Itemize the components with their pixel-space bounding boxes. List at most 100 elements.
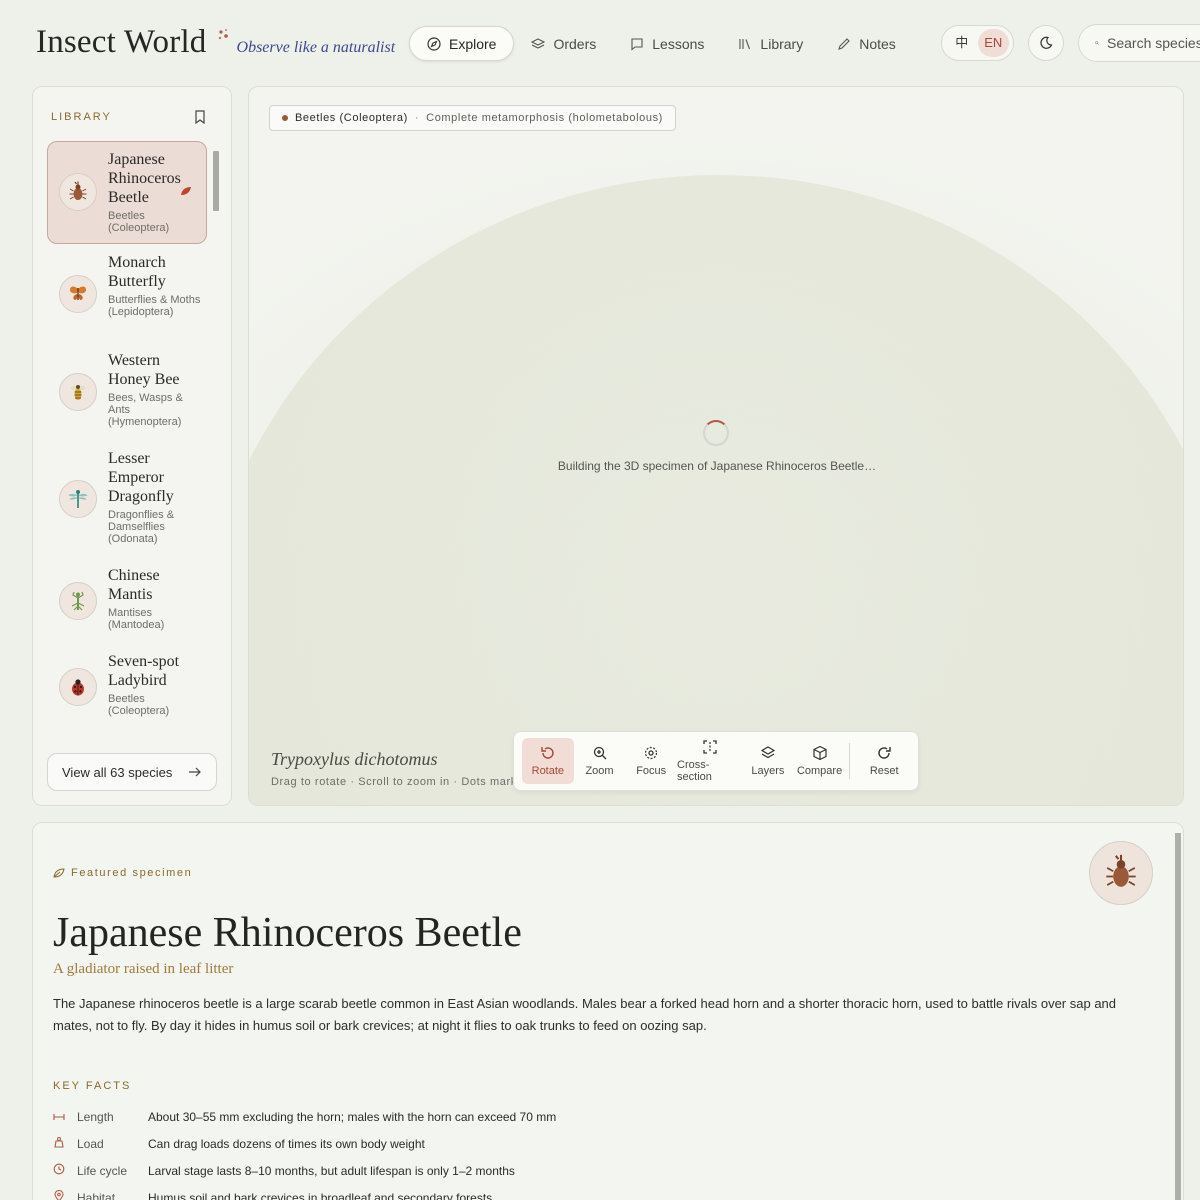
nav-lessons[interactable]: Lessons [613,26,721,61]
zoom-icon [593,746,606,760]
key-fact-row: Habitat Humus soil and bark crevices in … [53,1184,556,1200]
theme-toggle-button[interactable] [1028,25,1064,61]
focus-icon [645,746,658,760]
key-fact-row: Length About 30–55 mm excluding the horn… [53,1103,556,1130]
nav-explore[interactable]: Explore [409,26,515,61]
species-item-emperor-dragonfly[interactable]: Lesser Emperor Dragonfly Dragonflies & D… [47,440,207,557]
key-fact-row: Life cycle Larval stage lasts 8–10 month… [53,1157,556,1184]
lang-zh-button[interactable]: 中 [946,29,978,57]
species-item-monarch-butterfly[interactable]: Monarch Butterfly Butterflies & Moths (L… [47,244,207,342]
nav-label: Orders [553,35,597,52]
featured-specimen-panel: Featured specimen Japanese Rhinoceros Be… [32,822,1184,1200]
tool-label: Cross-section [677,759,712,783]
species-item-rhinoceros-beetle[interactable]: Japanese Rhinoceros Beetle Beetles (Cole… [47,141,207,244]
bookmark-icon[interactable] [194,110,206,124]
order-dot [282,115,288,121]
layers-icon [760,746,776,759]
viewer-hint: Drag to rotate · Scroll to zoom in · Dot… [271,776,517,788]
tool-label: Layers [751,765,785,777]
species-group: Bees, Wasps & Ants (Hymenoptera) [108,392,183,428]
search-icon [1095,41,1099,45]
fact-value: About 30–55 mm excluding the horn; males… [148,1109,557,1124]
species-item-chinese-mantis[interactable]: Chinese Mantis Mantises (Mantodea) [47,557,207,643]
cross-section-icon [702,740,717,754]
nav-label: Lessons [652,35,705,52]
cube-icon [812,745,827,761]
compass-icon [427,36,441,51]
zoom-button[interactable]: Zoom [574,738,626,784]
view-all-label: View all 63 species [62,764,173,780]
nav-notes[interactable]: Notes [820,26,913,61]
species-group: Butterflies & Moths (Lepidoptera) [108,294,201,318]
bee-icon [59,373,97,411]
species-name: Japanese Rhinoceros Beetle [108,151,181,206]
chat-icon [631,37,643,51]
search-box [1078,24,1200,62]
brand[interactable]: Insect World Observe like a naturalist [36,24,395,61]
sidebar: LIBRARY Japanese Rhinoceros Beetle Beetl… [32,86,232,806]
species-name: Chinese Mantis [108,567,160,603]
classification-chip: Beetles (Coleoptera) · Complete metamorp… [269,105,676,131]
rotate-icon [541,747,554,759]
featured-description: The Japanese rhinoceros beetle is a larg… [53,996,1117,1033]
sparkle-icon [218,29,228,40]
sidebar-scrollbar-thumb[interactable] [213,151,219,211]
layers-button[interactable]: Layers [742,738,794,784]
search-input[interactable] [1107,35,1200,51]
species-item-honey-bee[interactable]: Western Honey Bee Bees, Wasps & Ants (Hy… [47,342,207,440]
species-group: Mantises (Mantodea) [108,607,165,631]
featured-label: Featured specimen [53,867,192,879]
focus-button[interactable]: Focus [625,738,677,784]
mantis-icon [59,582,97,620]
scientific-name: Trypoxylus dichotomus [271,749,438,769]
compare-button[interactable]: Compare [794,738,846,784]
books-icon [739,38,751,49]
viewer-backdrop [249,175,1183,805]
view-all-species-button[interactable]: View all 63 species [47,753,217,791]
metamorphosis-label: Complete metamorphosis (holometabolous) [426,112,663,124]
pin-icon [54,1189,64,1200]
species-name: Western Honey Bee [108,352,180,388]
fact-value: Can drag loads dozens of times its own b… [148,1136,425,1151]
fact-value: Humus soil and bark crevices in broadlea… [148,1190,493,1200]
nav-library[interactable]: Library [721,26,820,61]
brand-title: Insect World [36,24,207,60]
specimen-viewer[interactable]: Beetles (Coleoptera) · Complete metamorp… [248,86,1184,806]
tool-label: Compare [796,765,843,777]
species-name: Monarch Butterfly [108,254,166,290]
reset-button[interactable]: Reset [858,738,910,784]
nav-label: Explore [449,35,497,52]
brand-tagline: Observe like a naturalist [236,39,396,56]
ladybird-icon [59,668,97,706]
tool-label: Zoom [585,765,614,777]
cross-section-button[interactable]: Cross-section [677,738,742,784]
fact-value: Larval stage lasts 8–10 months, but adul… [148,1163,515,1178]
species-list: Japanese Rhinoceros Beetle Beetles (Cole… [47,141,207,729]
reset-icon [878,747,891,759]
viewer-toolbar: Rotate Zoom Focus Cross-section Layers C… [513,731,919,791]
key-fact-row: Load Can drag loads dozens of times its … [53,1130,556,1157]
species-group: Beetles (Coleoptera) [108,693,170,717]
leaf-icon [181,187,191,195]
fact-key: Load [77,1136,104,1151]
layers-icon [531,37,546,49]
beetle-icon [1089,841,1153,905]
weight-icon [54,1137,64,1148]
order-label: Beetles (Coleoptera) [295,112,408,124]
rotate-button[interactable]: Rotate [522,738,574,784]
species-item-ladybird[interactable]: Seven-spot Ladybird Beetles (Coleoptera) [47,643,207,729]
loading-message: Building the 3D specimen of Japanese Rhi… [557,459,877,473]
arrow-right-icon [189,767,201,777]
sidebar-heading: LIBRARY [51,111,112,123]
toolbar-divider [849,743,851,779]
loading-spinner [703,420,729,446]
leaf-icon [53,868,65,878]
pencil-icon [838,37,850,50]
lang-en-button[interactable]: EN [977,29,1009,57]
panel-scrollbar-thumb[interactable] [1175,833,1181,1200]
ruler-icon [53,1113,65,1120]
species-name: Seven-spot Ladybird [108,653,180,689]
moon-icon [1040,36,1053,49]
featured-subtitle: A gladiator raised in leaf litter [53,961,234,977]
nav-orders[interactable]: Orders [514,26,613,61]
